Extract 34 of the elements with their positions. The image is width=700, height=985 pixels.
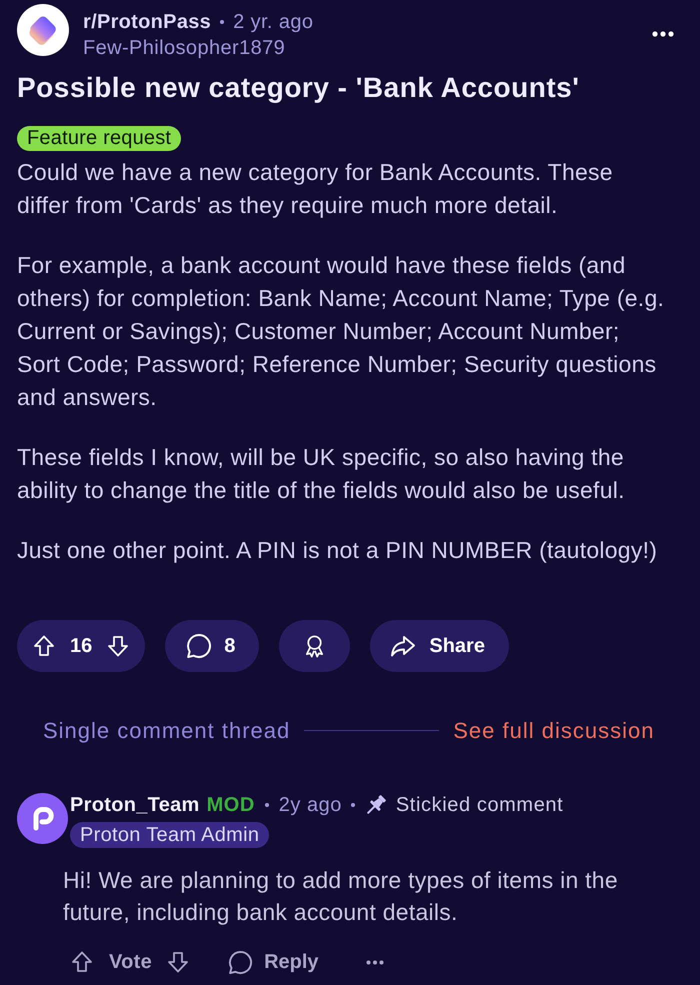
more-options-icon[interactable]: [366, 960, 384, 964]
user-flair: Proton Team Admin: [70, 822, 270, 848]
post-age: 2 yr. ago: [233, 10, 314, 35]
more-options-icon[interactable]: [652, 31, 674, 37]
post-title: Possible new category - 'Bank Accounts': [17, 71, 580, 105]
subreddit-avatar-icon[interactable]: [17, 4, 69, 56]
author-link[interactable]: Few-Philosopher1879: [83, 35, 286, 61]
comment-author[interactable]: Proton_Team: [70, 790, 200, 820]
user-avatar-icon[interactable]: [17, 793, 68, 844]
comments-button[interactable]: 8: [165, 620, 260, 672]
moderator-label: MOD: [206, 793, 255, 818]
comment-age: 2y ago: [278, 793, 342, 818]
vote-count: 16: [70, 634, 92, 659]
subreddit-link[interactable]: r/ProtonPass: [83, 9, 212, 35]
stickied-label: Stickied comment: [396, 793, 564, 818]
full-discussion-link[interactable]: See full discussion: [453, 714, 654, 746]
post-flair[interactable]: Feature request: [17, 126, 182, 151]
body-paragraph: For example, a bank account would have these fields (and others) for completion: Bank Name; Account Name; Type (e.g. Current or Savings); Customer Number; Account Number; Sort Code; Password; Reference Number; Security questions and answers.: [17, 251, 666, 412]
reply-button[interactable]: Reply: [228, 947, 319, 977]
downvote-icon[interactable]: [166, 950, 190, 974]
share-icon: [390, 634, 416, 658]
body-paragraph: Just one other point. A PIN is not a PIN NUMBER (tautology!): [17, 536, 658, 565]
comment-icon: [186, 633, 212, 659]
vote-label: Vote: [109, 950, 152, 975]
downvote-icon[interactable]: [106, 634, 130, 658]
thread-label: Single comment thread: [43, 716, 290, 745]
comment-body: Hi! We are planning to add more types of items in the future, including bank account details.: [63, 866, 619, 927]
upvote-icon[interactable]: [70, 950, 94, 974]
body-paragraph: Could we have a new category for Bank Accounts. These differ from 'Cards' as they require much more detail.: [17, 158, 614, 220]
share-button[interactable]: Share: [370, 620, 509, 672]
comment-icon: [228, 950, 254, 974]
body-paragraph: These fields I know, will be UK specific, so also having the ability to change the title of the fields would also be useful.: [17, 443, 626, 505]
upvote-icon[interactable]: [32, 634, 56, 658]
award-button[interactable]: [279, 620, 350, 672]
